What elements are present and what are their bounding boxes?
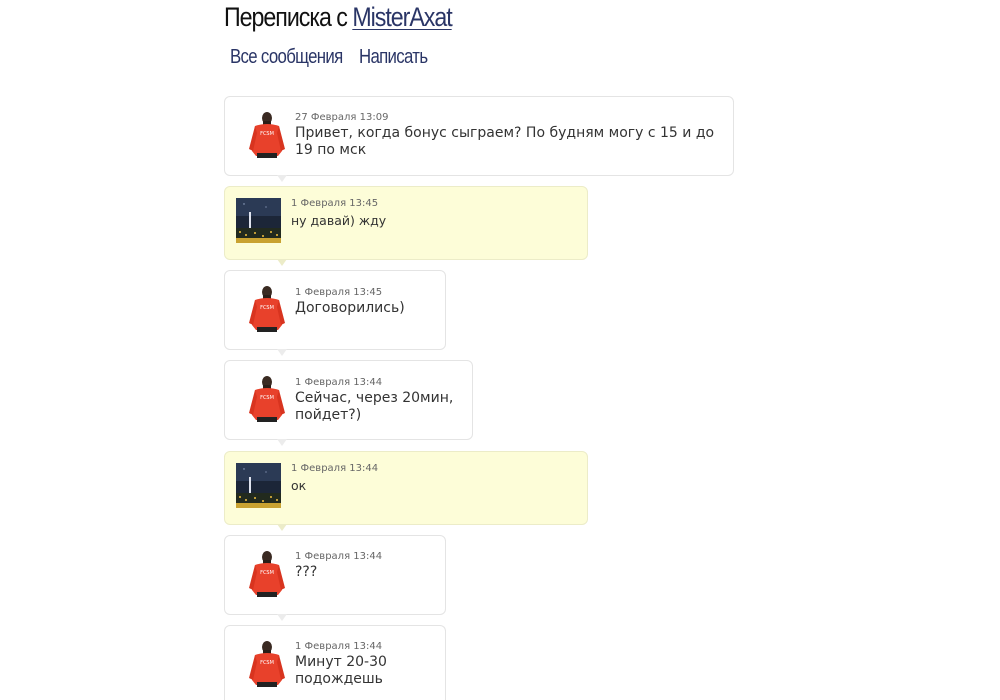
message-date: 1 Февраля 13:45: [291, 198, 379, 209]
message-date: 1 Февраля 13:44: [295, 377, 383, 388]
message-item: 1 Февраля 13:44 Сейчас, через 20мин, пой…: [224, 360, 473, 446]
conversation-page: Переписка с MisterAxat Все сообщения Нап…: [0, 0, 1000, 700]
message-item: 1 Февраля 13:44 Минут 20-30 подождешь: [224, 625, 446, 700]
avatar[interactable]: [245, 640, 289, 688]
avatar[interactable]: [236, 198, 281, 243]
avatar[interactable]: [245, 285, 289, 333]
message-text: ???: [295, 564, 318, 580]
page-title: Переписка с MisterAxat: [224, 2, 453, 33]
avatar[interactable]: [245, 550, 289, 598]
message-text: ну давай) жду: [291, 213, 387, 228]
username-link[interactable]: MisterAxat: [352, 2, 452, 32]
message-item: 1 Февраля 13:45 Договорились): [224, 270, 446, 356]
nav-write[interactable]: Написать: [359, 46, 428, 69]
title-prefix: Переписка с: [224, 2, 348, 32]
message-date: 1 Февраля 13:44: [291, 463, 379, 474]
message-text: Привет, когда бонус сыграем? По будням м…: [295, 125, 715, 158]
message-date: 1 Февраля 13:44: [295, 551, 383, 562]
message-date: 1 Февраля 13:44: [295, 641, 383, 652]
message-text: ок: [291, 478, 307, 493]
message-date: 1 Февраля 13:45: [295, 287, 383, 298]
message-text: Минут 20-30 подождешь: [295, 654, 387, 687]
message-item: 1 Февраля 13:45 ну давай) жду: [224, 186, 588, 266]
message-text: Сейчас, через 20мин, пойдет?): [295, 390, 454, 423]
avatar[interactable]: [245, 111, 289, 159]
message-date: 27 Февраля 13:09: [295, 112, 389, 123]
message-item: 27 Февраля 13:09 Привет, когда бонус сыг…: [224, 96, 734, 182]
avatar[interactable]: [236, 463, 281, 508]
message-text: Договорились): [295, 300, 405, 316]
avatar[interactable]: [245, 375, 289, 423]
message-item: 1 Февраля 13:44 ???: [224, 535, 446, 621]
message-item: 1 Февраля 13:44 ок: [224, 451, 588, 531]
nav-all-messages[interactable]: Все сообщения: [230, 46, 343, 69]
